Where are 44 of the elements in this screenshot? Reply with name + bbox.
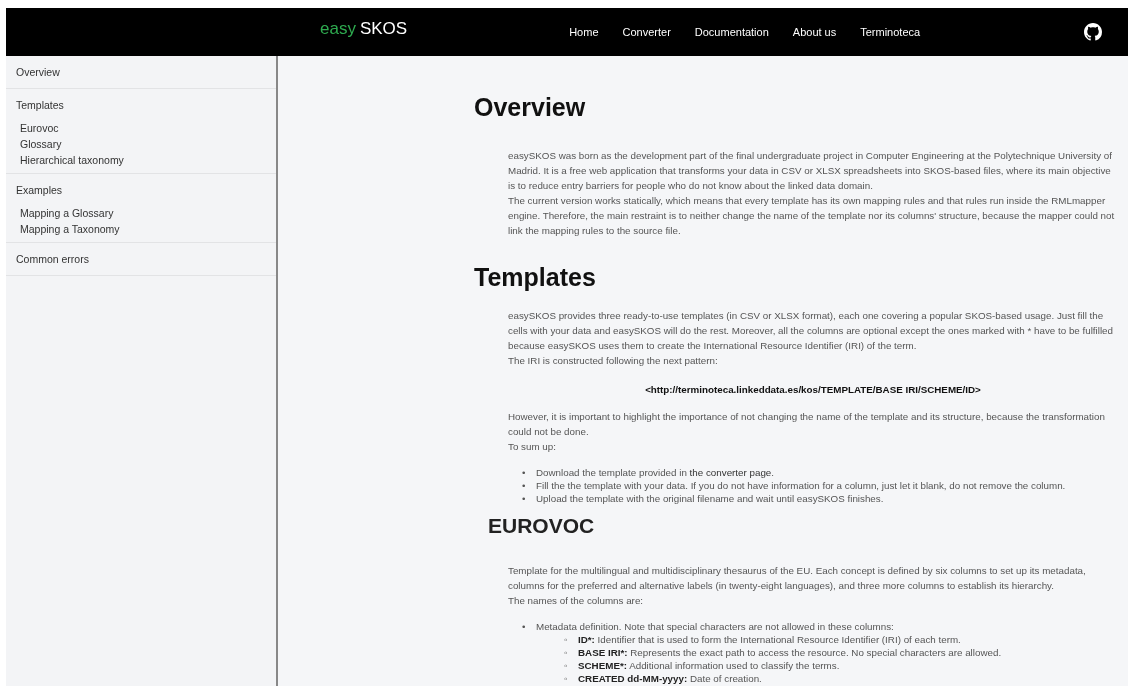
list-item-text: BASE IRI*: Represents the exact path to access the resource. No special characters are allowed.: [578, 647, 1002, 658]
paragraph: easySKOS provides three ready-to-use templates (in CSV or XLSX format), each one covering a popular SKOS-based usage. Just fill the cells with your data and easySKOS will do the rest. Moreover, all the columns are optional except the ones marked with * have to be fulfilled because easySKOS uses them to create the International Resource Identifier (IRI) of the term.: [508, 309, 1114, 353]
bullet-marker: ◦: [564, 633, 569, 646]
bullet-marker: •: [522, 492, 527, 505]
bullet-marker: •: [522, 466, 527, 479]
sidebar-heading[interactable]: Templates: [16, 99, 266, 114]
bullet-marker: ◦: [564, 672, 569, 685]
paragraph: The current version works statically, which means that every template has its own mapping rules and that rules run inside the RMLmapper engine. Therefore, the main restraint is to neither change the name of the template nor its columns' structure, because the mapper could not link the mapping rules to the source file.: [508, 194, 1116, 238]
site-logo[interactable]: easy SKOS: [320, 19, 408, 39]
paragraph: Template for the multilingual and multidisciplinary thesaurus of the EU. Each concept is defined by six columns to set up its metadata, columns for the preferred and alternative labels (in twenty-eight languages), and three more columns to establish its hierarchy.: [508, 564, 1087, 593]
list-item-text: ID*: Identifier that is used to form the International Resource Identifier (IRI) of each term.: [578, 634, 961, 645]
github-icon[interactable]: [1084, 23, 1103, 41]
nav-link[interactable]: About us: [780, 22, 849, 42]
bullet-marker: •: [522, 620, 527, 633]
sidebar-item[interactable]: Mapping a Taxonomy: [16, 219, 266, 235]
nav-link[interactable]: Converter: [610, 22, 683, 42]
nav-link[interactable]: Home: [557, 22, 611, 42]
subsection-title: EUROVOC: [488, 513, 596, 539]
list-item-text: Upload the template with the original filename and wait until easySKOS finishes.: [536, 493, 884, 504]
bullet-marker: ◦: [564, 646, 569, 659]
paragraph: However, it is important to highlight the importance of not changing the name of the template and its structure, because the transformation could not be done.: [508, 410, 1106, 439]
iri-pattern: <http://terminoteca.linkeddata.es/kos/TEMPLATE/BASE IRI/SCHEME/ID>: [644, 383, 982, 397]
sidebar-heading[interactable]: Overview: [16, 66, 266, 81]
section-title: Overview: [474, 92, 587, 122]
list-item-text: CREATED dd-MM-yyyy: Date of creation.: [578, 673, 762, 684]
bullet-marker: •: [522, 479, 527, 492]
sidebar-heading[interactable]: Common errors: [16, 253, 266, 268]
paragraph: The IRI is constructed following the next pattern:: [508, 354, 719, 368]
list-item-text: Fill the the template with your data. If you do not have information for a column, just let it blank, do not remove the column.: [536, 480, 1066, 491]
nav-link[interactable]: Terminoteca: [848, 22, 933, 42]
bullet-marker: ◦: [564, 659, 569, 672]
sidebar-item[interactable]: Hierarchical taxonomy: [16, 150, 266, 166]
paragraph: To sum up:: [508, 440, 557, 454]
sidebar-item[interactable]: Mapping a Glossary: [16, 203, 266, 219]
paragraph: The names of the columns are:: [508, 594, 645, 608]
sidebar-item[interactable]: Eurovoc: [16, 118, 266, 134]
list-item-text: SCHEME*: Additional information used to classify the terms.: [578, 660, 840, 671]
sidebar-heading[interactable]: Examples: [16, 184, 266, 199]
section-title: Templates: [474, 262, 597, 292]
list-item-text: Download the template provided in the converter page.: [536, 467, 775, 478]
sidebar-item[interactable]: Glossary: [16, 134, 266, 150]
list-item-text: Metadata definition. Note that special characters are not allowed in these columns:: [536, 621, 894, 632]
paragraph: easySKOS was born as the development part of the final undergraduate project in Computer Engineering at the Polytechnique University of Madrid. It is a free web application that transforms your data in CSV or XLSX spreadsheets into SKOS-based files, where its main objective is to reduce entry barriers for people who do not know about the linked data domain.: [508, 149, 1113, 193]
nav-link[interactable]: Documentation: [682, 22, 781, 42]
